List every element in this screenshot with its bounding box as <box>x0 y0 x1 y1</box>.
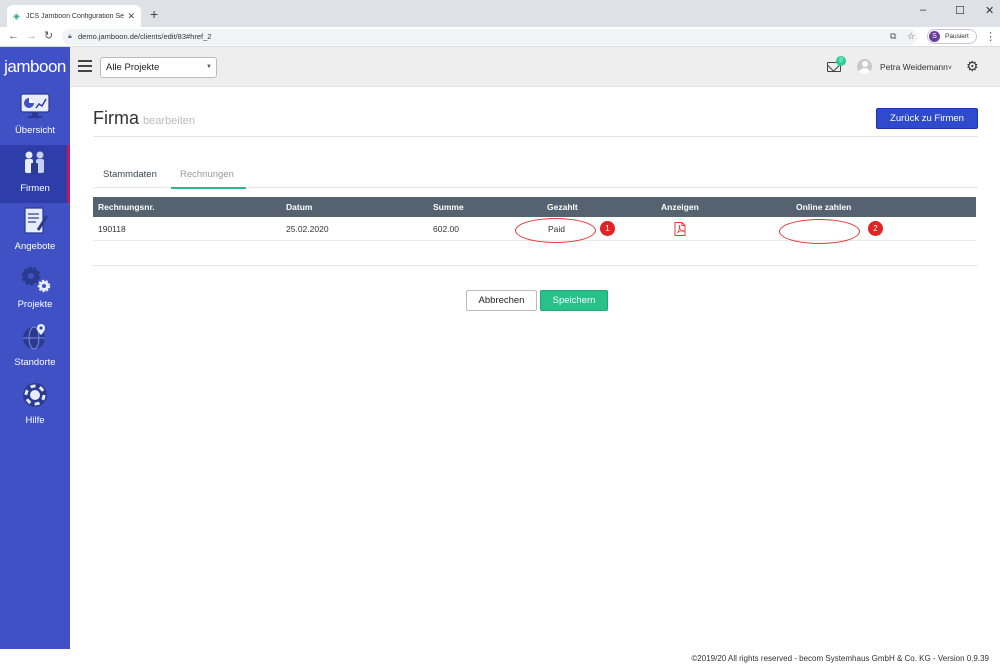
column-header-date[interactable]: Datum <box>286 197 312 217</box>
user-avatar[interactable] <box>857 59 872 74</box>
brand-logo[interactable]: jamboon <box>0 47 70 87</box>
invoice-date: 25.02.2020 <box>286 224 329 234</box>
browser-tab-title: JCS Jamboon Configuration Servi <box>26 12 125 20</box>
address-url: demo.jamboon.de/clients/edit/83#href_2 <box>78 32 212 41</box>
window-minimize-button[interactable]: – <box>920 4 926 16</box>
mail-count-badge: 0 <box>836 56 846 66</box>
column-header-paid[interactable]: Gezahlt <box>547 197 578 217</box>
pdf-icon[interactable] <box>674 222 686 236</box>
translate-icon[interactable]: ⧉ <box>890 31 896 41</box>
hamburger-menu-icon[interactable] <box>78 60 92 72</box>
cancel-button[interactable]: Abbrechen <box>466 290 537 311</box>
forward-arrow-icon[interactable]: → <box>26 30 37 43</box>
tab-master-data[interactable]: Stammdaten <box>103 169 157 180</box>
page-title: Firma bearbeiten <box>93 108 195 129</box>
invoice-number: 190118 <box>98 224 126 234</box>
save-button[interactable]: Speichern <box>540 290 608 311</box>
sidebar-item-projects[interactable]: Projekte <box>0 261 70 319</box>
profile-avatar: S <box>929 31 940 42</box>
column-header-number[interactable]: Rechnungsnr. <box>98 197 155 217</box>
sidebar-item-label: Angebote <box>14 241 56 252</box>
invoice-sum: 602.00 <box>433 224 459 234</box>
sidebar-item-locations[interactable]: Standorte <box>0 319 70 377</box>
sidebar-item-companies[interactable]: Firmen <box>0 145 70 203</box>
sidebar-item-label: Übersicht <box>14 125 56 136</box>
page-subtitle: bearbeiten <box>143 115 195 127</box>
sidebar-item-help[interactable]: Hilfe <box>0 377 70 435</box>
globe-pin-icon <box>23 324 45 350</box>
column-header-view[interactable]: Anzeigen <box>661 197 699 217</box>
window-close-button[interactable]: ✕ <box>985 4 994 17</box>
tab-invoices[interactable]: Rechnungen <box>180 169 234 180</box>
tab-close-icon[interactable]: ✕ <box>127 11 135 22</box>
sidebar-item-label: Standorte <box>14 357 56 368</box>
sidebar-item-offers[interactable]: Angebote <box>0 203 70 261</box>
dashboard-icon <box>20 93 50 118</box>
sidebar-item-label: Firmen <box>20 183 50 194</box>
jamboon-favicon-icon: ◈ <box>13 10 20 21</box>
caret-down-icon: ▼ <box>206 64 212 70</box>
divider <box>93 265 978 266</box>
people-icon <box>25 151 44 174</box>
active-tab-indicator <box>171 187 246 189</box>
window-maximize-button[interactable]: ☐ <box>955 4 965 17</box>
invoice-table-header: Rechnungsnr. Datum Summe Gezahlt Anzeige… <box>93 197 976 217</box>
annotation-badge-2: 2 <box>868 221 883 236</box>
page-title-text: Firma <box>93 108 139 128</box>
gears-icon <box>21 266 51 293</box>
user-name: Petra Weidemann <box>880 62 948 72</box>
browser-tab[interactable]: ◈ JCS Jamboon Configuration Servi ✕ <box>7 5 141 27</box>
sidebar-item-label: Projekte <box>17 299 53 310</box>
user-menu[interactable]: Petra Weidemann˅ <box>880 62 952 72</box>
footer-copyright: ©2019/20 All rights reserved - becom Sys… <box>691 654 989 663</box>
sidebar: Übersicht Firmen Angebote Projekte Stand… <box>0 87 70 649</box>
sidebar-item-overview[interactable]: Übersicht <box>0 87 70 145</box>
reload-icon[interactable]: ↻ <box>44 30 53 43</box>
column-header-sum[interactable]: Summe <box>433 197 464 217</box>
profile-button[interactable]: S Pausiert <box>927 29 977 44</box>
project-select-value: Alle Projekte <box>106 62 160 73</box>
address-bar[interactable]: 🔒︎ demo.jamboon.de/clients/edit/83#href_… <box>62 29 917 45</box>
annotation-ellipse-online <box>779 219 860 244</box>
browser-toolbar: ← → ↻ 🔒︎ demo.jamboon.de/clients/edit/83… <box>0 27 1000 47</box>
browser-menu-icon[interactable]: ⋮ <box>985 30 996 43</box>
document-edit-icon <box>24 207 49 234</box>
lifebuoy-icon <box>23 383 47 407</box>
sidebar-item-label: Hilfe <box>25 415 45 426</box>
bookmark-star-icon[interactable]: ☆ <box>907 31 915 41</box>
settings-gear-icon[interactable]: ⚙ <box>966 58 979 74</box>
chevron-down-icon: ˅ <box>947 65 952 72</box>
new-tab-button[interactable]: + <box>150 6 158 22</box>
annotation-ellipse-paid <box>515 218 596 243</box>
project-select[interactable]: Alle Projekte ▼ <box>100 57 217 78</box>
annotation-badge-1: 1 <box>600 221 615 236</box>
divider <box>93 136 978 137</box>
profile-status: Pausiert <box>945 33 969 40</box>
back-to-companies-button[interactable]: Zurück zu Firmen <box>876 108 978 129</box>
column-header-online-pay[interactable]: Online zahlen <box>796 197 851 217</box>
back-arrow-icon[interactable]: ← <box>8 30 19 43</box>
lock-icon: 🔒︎ <box>68 33 72 40</box>
